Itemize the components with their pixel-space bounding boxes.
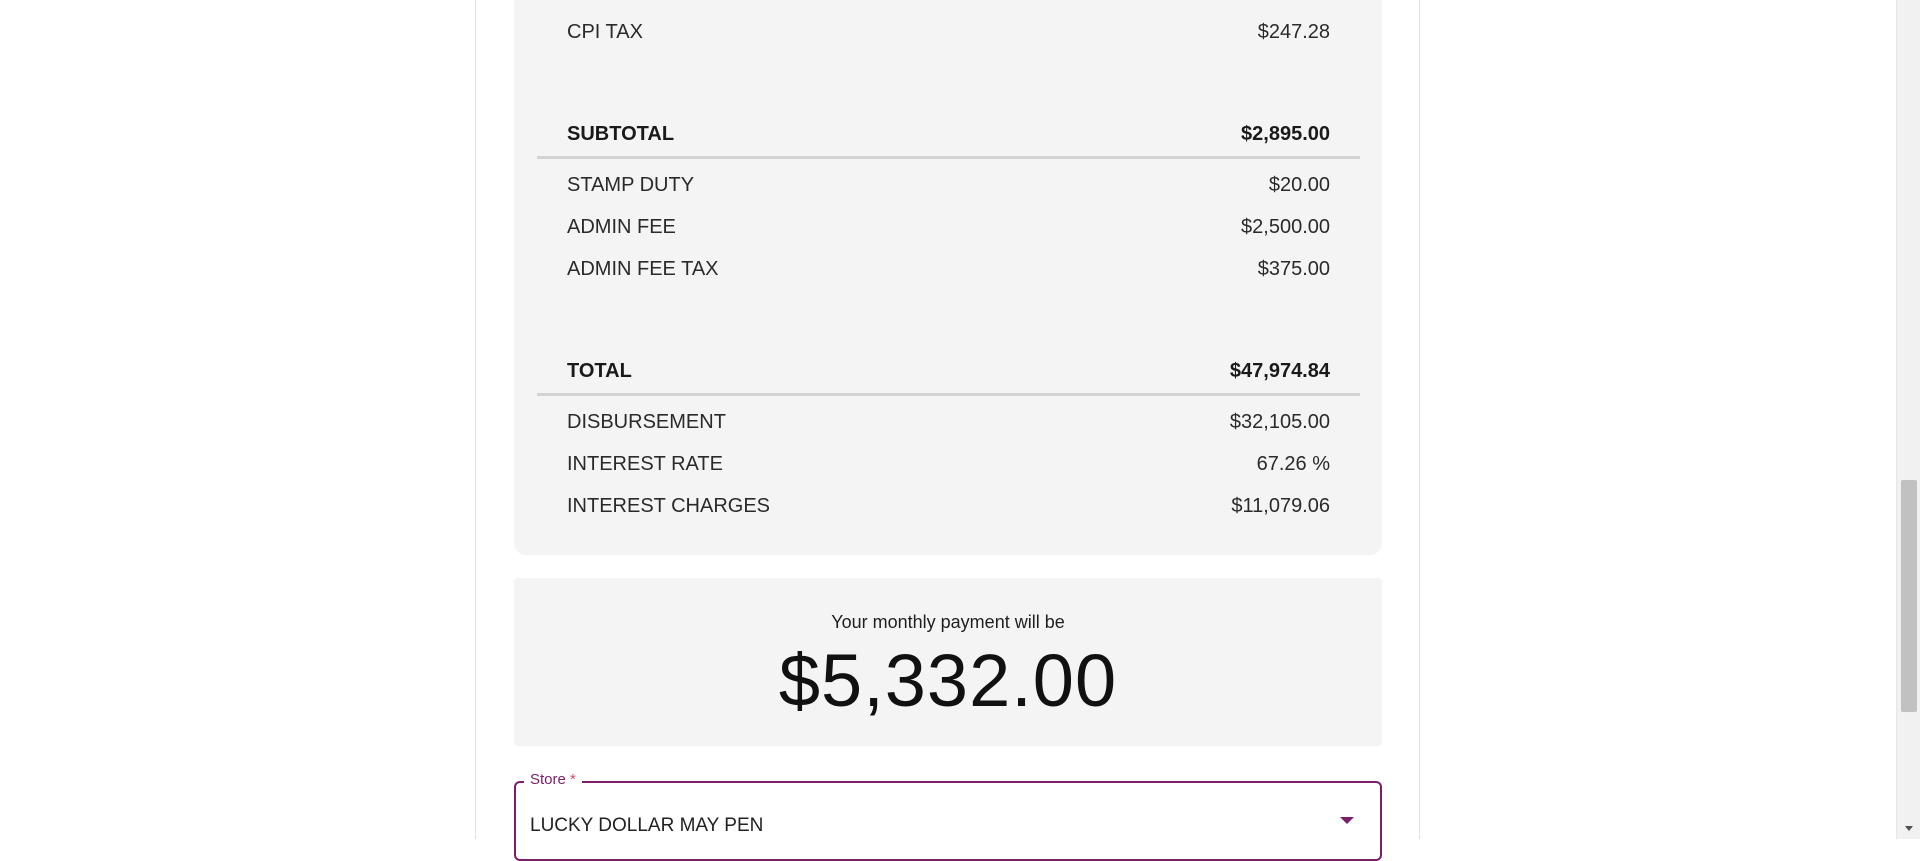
store-label-text: Store [530,771,566,788]
content-column: CPI TAX $247.28 SUBTOTAL $2,895.00 STAMP… [475,0,1420,861]
monthly-payment-amount: $5,332.00 [778,639,1118,722]
row-value: $47,974.84 [1229,359,1330,382]
row-label: CPI TAX [567,20,643,43]
row-value: $11,079.06 [1231,494,1330,517]
summary-row-stamp-duty: STAMP DUTY $20.00 [567,171,1330,199]
scrollbar-thumb[interactable] [1901,480,1917,712]
row-label: INTEREST RATE [567,452,723,475]
row-label: ADMIN FEE TAX [567,257,719,280]
page: CPI TAX $247.28 SUBTOTAL $2,895.00 STAMP… [0,0,1920,861]
monthly-payment-card: Your monthly payment will be $5,332.00 [514,578,1382,746]
summary-row-total: TOTAL $47,974.84 [567,357,1330,385]
scroll-down-arrow-icon[interactable] [1905,826,1913,831]
summary-row-cpi-tax: CPI TAX $247.28 [567,18,1330,46]
subtotal-divider [537,156,1360,159]
summary-row-interest-rate: INTEREST RATE 67.26 % [567,450,1330,478]
row-label: SUBTOTAL [567,122,675,145]
page-scrollbar[interactable] [1896,0,1920,839]
row-value: $375.00 [1257,257,1330,280]
row-label: STAMP DUTY [567,173,695,196]
row-label: INTEREST CHARGES [567,494,770,517]
summary-row-admin-fee: ADMIN FEE $2,500.00 [567,213,1330,241]
monthly-payment-caption: Your monthly payment will be [831,612,1065,632]
caret-down-icon[interactable] [1340,817,1354,824]
row-value: 67.26 % [1256,452,1330,475]
row-label: TOTAL [567,359,632,382]
summary-row-disbursement: DISBURSEMENT $32,105.00 [567,408,1330,436]
summary-row-subtotal: SUBTOTAL $2,895.00 [567,120,1330,148]
store-select[interactable]: Store * LUCKY DOLLAR MAY PEN [514,771,1382,861]
loan-summary-card: CPI TAX $247.28 SUBTOTAL $2,895.00 STAMP… [514,0,1382,555]
row-label: ADMIN FEE [567,215,676,238]
total-divider [537,393,1360,396]
required-asterisk: * [570,771,576,788]
row-value: $2,895.00 [1241,122,1330,145]
row-value: $2,500.00 [1241,215,1330,238]
summary-row-interest-charges: INTEREST CHARGES $11,079.06 [567,492,1330,520]
row-value: $247.28 [1257,20,1330,43]
store-selected-value: LUCKY DOLLAR MAY PEN [530,815,764,836]
row-value: $32,105.00 [1229,410,1330,433]
summary-row-admin-fee-tax: ADMIN FEE TAX $375.00 [567,255,1330,283]
row-value: $20.00 [1268,173,1330,196]
row-label: DISBURSEMENT [567,410,726,433]
store-field-label: Store * [524,771,582,788]
